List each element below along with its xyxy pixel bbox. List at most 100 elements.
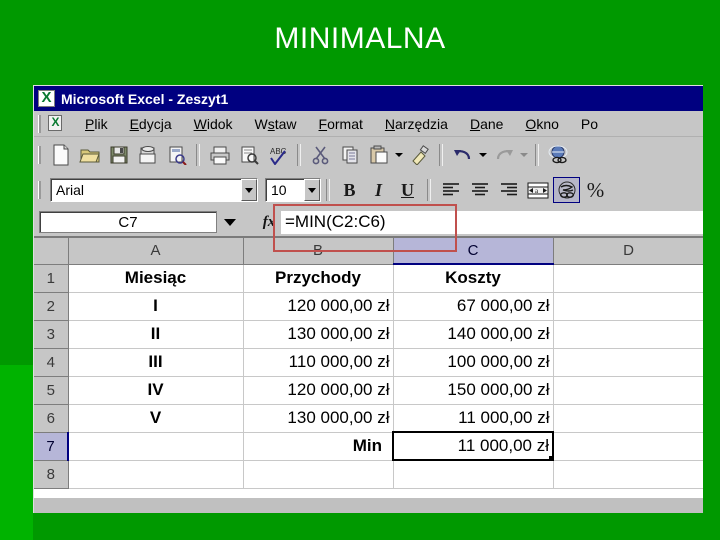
font-name-value: Arial bbox=[56, 182, 85, 198]
column-header-b[interactable]: B bbox=[243, 238, 394, 265]
select-all-corner[interactable] bbox=[34, 238, 69, 265]
menu-item-narzedzia[interactable]: Narzędzia bbox=[385, 116, 448, 132]
cell-c3[interactable]: 140 000,00 zł bbox=[393, 320, 554, 349]
cell-b3[interactable]: 130 000,00 zł bbox=[243, 320, 394, 349]
cell-d1[interactable] bbox=[553, 264, 703, 293]
print-icon[interactable] bbox=[206, 142, 233, 168]
cell-b5[interactable]: 120 000,00 zł bbox=[243, 376, 394, 405]
copy-icon[interactable] bbox=[336, 142, 363, 168]
paste-dropdown-arrow-icon[interactable] bbox=[393, 142, 405, 168]
column-header-c[interactable]: C bbox=[393, 238, 554, 265]
cell-b8[interactable] bbox=[243, 460, 394, 489]
cell-d4[interactable] bbox=[553, 348, 703, 377]
font-size-combo[interactable]: 10 bbox=[265, 178, 321, 202]
merge-cells-icon[interactable]: a bbox=[524, 177, 551, 203]
column-header-d[interactable]: D bbox=[553, 238, 703, 265]
cell-d2[interactable] bbox=[553, 292, 703, 321]
standard-toolbar: ABC bbox=[34, 137, 703, 172]
italic-button[interactable]: I bbox=[365, 177, 392, 203]
row-header-2[interactable]: 2 bbox=[34, 292, 69, 321]
save-disk-icon[interactable] bbox=[105, 142, 132, 168]
print-preview-icon[interactable] bbox=[235, 142, 262, 168]
cell-a8[interactable] bbox=[68, 460, 244, 489]
menu-item-wstaw[interactable]: Wstaw bbox=[255, 116, 297, 132]
font-name-combo[interactable]: Arial bbox=[50, 178, 258, 202]
name-box-dropdown-arrow-icon[interactable] bbox=[217, 218, 243, 226]
cell-a3[interactable]: II bbox=[68, 320, 244, 349]
worksheet-grid[interactable]: A B C D 1 Miesiąc Przychody Koszty 2 I 1… bbox=[34, 238, 703, 498]
align-left-icon[interactable] bbox=[437, 177, 464, 203]
row-header-7[interactable]: 7 bbox=[34, 432, 69, 461]
format-painter-icon[interactable] bbox=[406, 142, 433, 168]
bold-button[interactable]: B bbox=[336, 177, 363, 203]
cell-b1[interactable]: Przychody bbox=[243, 264, 394, 293]
cell-a2[interactable]: I bbox=[68, 292, 244, 321]
menu-item-edycja[interactable]: Edycja bbox=[130, 116, 172, 132]
hyperlink-globe-icon[interactable] bbox=[545, 142, 572, 168]
row-header-6[interactable]: 6 bbox=[34, 404, 69, 433]
fx-icon[interactable]: fx bbox=[257, 214, 281, 231]
row-header-3[interactable]: 3 bbox=[34, 320, 69, 349]
cell-d8[interactable] bbox=[553, 460, 703, 489]
cell-a6[interactable]: V bbox=[68, 404, 244, 433]
menu-item-pomoc[interactable]: Po bbox=[581, 116, 598, 132]
spelling-abc-icon[interactable]: ABC bbox=[264, 142, 291, 168]
standard-toolbar-grip[interactable] bbox=[38, 145, 42, 164]
paste-clipboard-icon[interactable] bbox=[365, 142, 392, 168]
undo-arrow-icon[interactable] bbox=[449, 142, 476, 168]
menu-label-format: ormat bbox=[327, 115, 363, 132]
align-center-icon[interactable] bbox=[466, 177, 493, 203]
row-header-1[interactable]: 1 bbox=[34, 264, 69, 293]
cell-d7[interactable] bbox=[553, 432, 703, 461]
cell-d6[interactable] bbox=[553, 404, 703, 433]
font-size-dropdown-arrow-icon[interactable] bbox=[304, 179, 320, 201]
mail-icon[interactable] bbox=[134, 142, 161, 168]
cell-c8[interactable] bbox=[393, 460, 554, 489]
cut-scissors-icon[interactable] bbox=[307, 142, 334, 168]
menu-item-widok[interactable]: Widok bbox=[194, 116, 233, 132]
percent-button[interactable]: % bbox=[582, 177, 609, 203]
menu-item-dane[interactable]: Dane bbox=[470, 116, 503, 132]
column-header-a[interactable]: A bbox=[68, 238, 244, 265]
cell-a1[interactable]: Miesiąc bbox=[68, 264, 244, 293]
cell-b6[interactable]: 130 000,00 zł bbox=[243, 404, 394, 433]
formula-input-area[interactable]: fx =MIN(C2:C6) bbox=[257, 210, 703, 234]
menu-item-okno[interactable]: Okno bbox=[525, 116, 558, 132]
row-header-8[interactable]: 8 bbox=[34, 460, 69, 489]
underline-button[interactable]: U bbox=[394, 177, 421, 203]
cell-b7[interactable]: Min bbox=[243, 432, 394, 461]
cell-c6[interactable]: 11 000,00 zł bbox=[393, 404, 554, 433]
font-name-dropdown-arrow-icon[interactable] bbox=[241, 179, 257, 201]
cell-a7[interactable] bbox=[68, 432, 244, 461]
currency-icon[interactable] bbox=[553, 177, 580, 203]
cell-b4[interactable]: 110 000,00 zł bbox=[243, 348, 394, 377]
menu-item-format[interactable]: Format bbox=[319, 116, 363, 132]
excel-document-icon[interactable] bbox=[46, 114, 66, 133]
menubar-grip[interactable] bbox=[38, 114, 42, 133]
menu-label-okno: kno bbox=[536, 115, 559, 132]
name-box[interactable]: C7 bbox=[39, 211, 217, 233]
cell-c7-active[interactable]: 11 000,00 zł bbox=[392, 431, 554, 461]
fill-handle[interactable] bbox=[549, 456, 551, 458]
formula-input[interactable]: =MIN(C2:C6) bbox=[281, 210, 703, 234]
cell-b2[interactable]: 120 000,00 zł bbox=[243, 292, 394, 321]
align-right-icon[interactable] bbox=[495, 177, 522, 203]
row-header-4[interactable]: 4 bbox=[34, 348, 69, 377]
cell-d3[interactable] bbox=[553, 320, 703, 349]
cell-d5[interactable] bbox=[553, 376, 703, 405]
search-document-icon[interactable] bbox=[163, 142, 190, 168]
menu-item-plik[interactable]: Plik bbox=[85, 116, 108, 132]
open-folder-icon[interactable] bbox=[76, 142, 103, 168]
cell-c2[interactable]: 67 000,00 zł bbox=[393, 292, 554, 321]
redo-dropdown-arrow-icon[interactable] bbox=[518, 142, 530, 168]
cell-c1[interactable]: Koszty bbox=[393, 264, 554, 293]
row-header-5[interactable]: 5 bbox=[34, 376, 69, 405]
cell-a5[interactable]: IV bbox=[68, 376, 244, 405]
undo-dropdown-arrow-icon[interactable] bbox=[477, 142, 489, 168]
new-document-icon[interactable] bbox=[47, 142, 74, 168]
formatting-toolbar-grip[interactable] bbox=[38, 181, 42, 199]
cell-a4[interactable]: III bbox=[68, 348, 244, 377]
cell-c5[interactable]: 150 000,00 zł bbox=[393, 376, 554, 405]
redo-arrow-icon[interactable] bbox=[490, 142, 517, 168]
cell-c4[interactable]: 100 000,00 zł bbox=[393, 348, 554, 377]
